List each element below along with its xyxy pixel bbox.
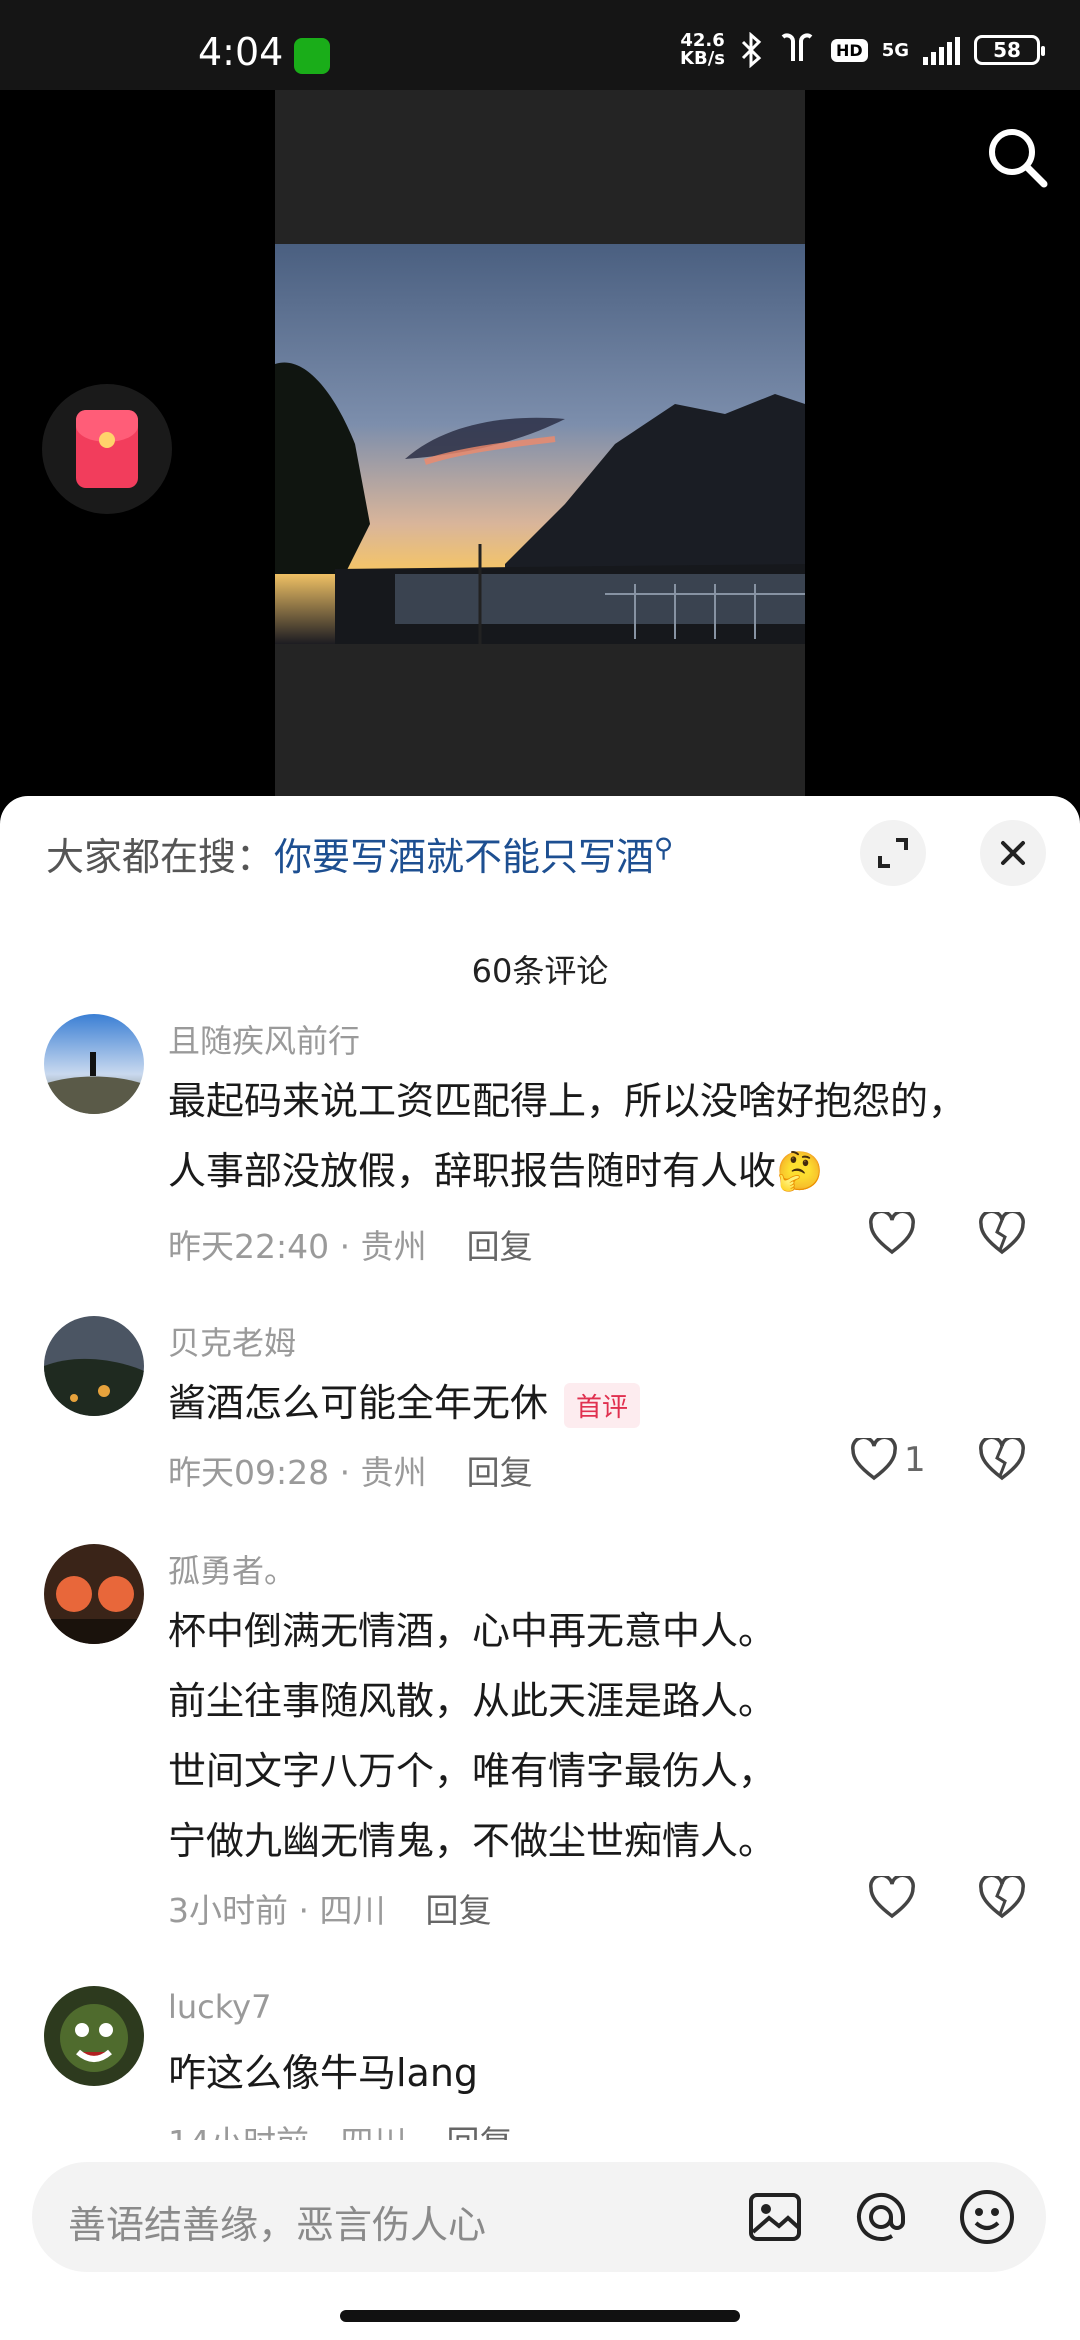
dislike-button[interactable] <box>978 1435 1026 1486</box>
avatar[interactable] <box>44 1544 144 1644</box>
comment-text: 杯中倒满无情酒，心中再无意中人。 <box>168 1609 777 1653</box>
avatar[interactable] <box>44 1316 144 1416</box>
status-indicators: 42.6 KB/s HD 5G 58 <box>680 30 1045 70</box>
comment-text: 最起码来说工资匹配得上，所以没啥好抱怨的， <box>168 1079 967 1123</box>
image-icon[interactable] <box>744 2186 806 2248</box>
dislike-button[interactable] <box>978 1209 1026 1260</box>
comment-text: 世间文字八万个，唯有情字最伤人， <box>168 1749 777 1793</box>
comment-meta: 3小时前 · 四川 回复 <box>168 1891 492 1930</box>
search-small-icon: ⚲ <box>654 833 674 864</box>
home-indicator[interactable] <box>340 2310 740 2322</box>
trending-search-keyword[interactable]: 你要写酒就不能只写酒 <box>274 835 654 879</box>
comment-username[interactable]: lucky7 <box>168 1988 271 2026</box>
broken-heart-icon <box>979 1209 1025 1255</box>
comment-meta: 昨天09:28 · 贵州 回复 <box>168 1453 533 1492</box>
battery-indicator: 58 <box>974 35 1045 65</box>
close-icon <box>1001 841 1025 865</box>
avatar[interactable] <box>44 1986 144 2086</box>
first-comment-badge: 首评 <box>564 1383 641 1428</box>
comment-text: 咋这么像牛马lang <box>168 2051 479 2095</box>
bluetooth-icon <box>741 32 762 68</box>
expand-icon <box>878 838 908 868</box>
network-speed: 42.6 KB/s <box>680 30 726 69</box>
comment-username[interactable]: 孤勇者。 <box>168 1546 296 1592</box>
status-bar: 4:04 42.6 KB/s HD 5G 58 <box>0 0 1080 90</box>
comment-text: 人事部没放假，辞职报告随时有人收🤔 <box>168 1149 824 1193</box>
earbuds-icon <box>781 33 813 61</box>
comment-text: 酱酒怎么可能全年无休 首评 <box>168 1372 641 1428</box>
wechat-notification-icon <box>294 38 330 74</box>
trending-search-label: 大家都在搜： <box>46 835 275 879</box>
like-count: 1 <box>904 1440 926 1480</box>
comment-text: 宁做九幽无情鬼，不做尘世痴情人。 <box>168 1819 777 1863</box>
video-image[interactable] <box>275 244 805 644</box>
comment-username[interactable]: 贝克老姆 <box>168 1318 296 1364</box>
broken-heart-icon <box>979 1435 1025 1481</box>
like-button[interactable] <box>868 1212 922 1256</box>
comment-meta: 昨天22:40 · 贵州 回复 <box>168 1227 533 1266</box>
red-packet-button[interactable] <box>42 384 172 514</box>
red-packet-icon <box>76 410 138 488</box>
heart-icon <box>851 1438 897 1481</box>
like-button[interactable] <box>868 1876 922 1920</box>
comment-sheet: 大家都在搜：你要写酒就不能只写酒⚲ 60条评论 且随疾风前行 最起码来说工资匹配… <box>0 796 1080 2340</box>
heart-icon <box>869 1876 915 1919</box>
comment-input[interactable]: 善语结善缘，恶言伤人心 <box>32 2162 1046 2272</box>
comment-text: 前尘往事随风散，从此天涯是路人。 <box>168 1679 777 1723</box>
comment-count: 60条评论 <box>471 952 609 990</box>
comment-input-placeholder: 善语结善缘，恶言伤人心 <box>68 2203 487 2247</box>
broken-heart-icon <box>979 1873 1025 1919</box>
comment-input-area: 善语结善缘，恶言伤人心 <box>0 2140 1080 2340</box>
dislike-button[interactable] <box>978 1873 1026 1924</box>
expand-button[interactable] <box>860 820 926 886</box>
reply-button[interactable]: 回复 <box>467 1227 533 1266</box>
hd-badge: HD <box>831 38 868 62</box>
close-button[interactable] <box>980 820 1046 886</box>
search-icon[interactable] <box>984 124 1050 190</box>
trending-search[interactable]: 大家都在搜：你要写酒就不能只写酒⚲ <box>46 826 673 881</box>
network-type: 5G <box>881 39 909 61</box>
status-time: 4:04 <box>198 30 284 74</box>
emoji-icon[interactable] <box>956 2186 1018 2248</box>
signal-icon <box>923 35 960 65</box>
comment-username[interactable]: 且随疾风前行 <box>168 1016 360 1062</box>
reply-button[interactable]: 回复 <box>425 1891 491 1930</box>
avatar[interactable] <box>44 1014 144 1114</box>
like-button[interactable]: 1 <box>850 1438 926 1482</box>
heart-icon <box>869 1212 915 1255</box>
at-icon[interactable] <box>850 2186 912 2248</box>
reply-button[interactable]: 回复 <box>467 1453 533 1492</box>
